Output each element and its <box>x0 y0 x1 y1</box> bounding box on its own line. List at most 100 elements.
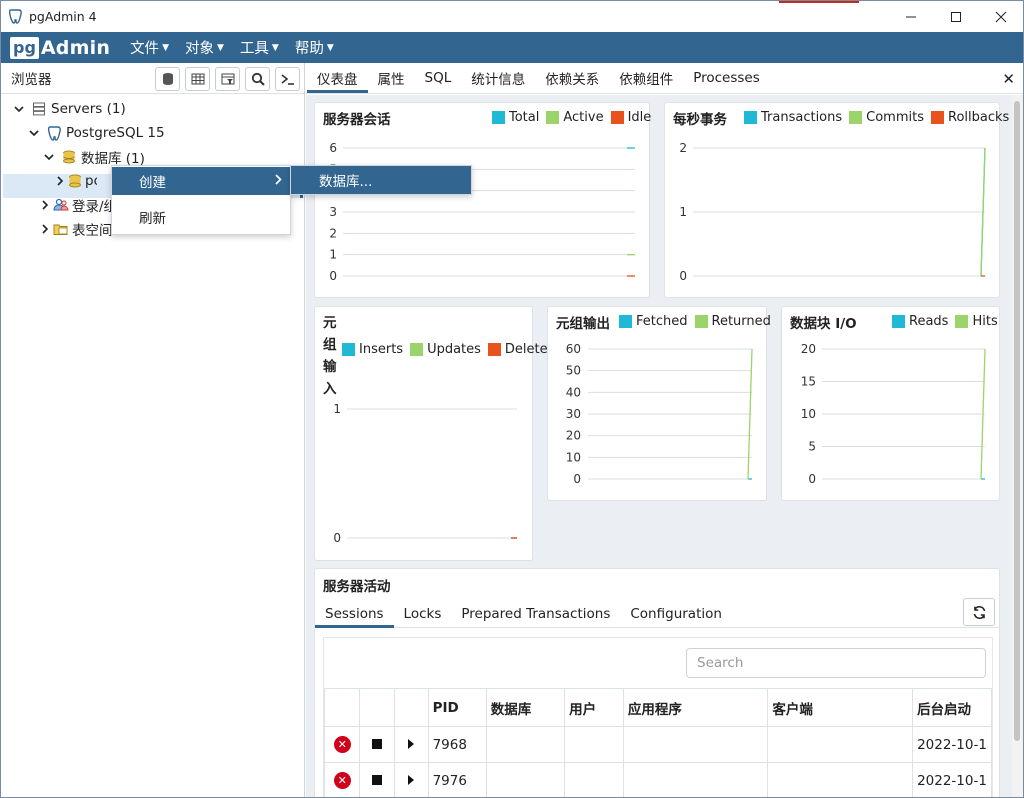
tab-dependencies-label: 依赖关系 <box>545 71 600 88</box>
tab-sessions[interactable]: Sessions <box>315 599 394 628</box>
tab-dependents[interactable]: 依赖组件 <box>609 62 683 93</box>
y-tick-label: 1 <box>329 248 337 262</box>
chevron-down-icon[interactable] <box>12 105 26 113</box>
cell-backend-start: 2022-10-1 <box>912 762 992 797</box>
y-tick-label: 0 <box>808 472 816 486</box>
activity-tabs: Sessions Locks Prepared Transactions Con… <box>315 598 999 628</box>
chevron-down-icon[interactable] <box>27 129 41 137</box>
tab-properties-label: 属性 <box>377 71 405 88</box>
tree-label-postgres-db: postgres <box>85 173 97 189</box>
tab-statistics[interactable]: 统计信息 <box>461 62 535 93</box>
refresh-icon <box>973 605 985 619</box>
legend-swatch-idle <box>610 111 624 124</box>
terminate-session-icon[interactable]: ✕ <box>333 736 351 753</box>
terminate-session-cell[interactable]: ✕ <box>323 762 361 797</box>
tab-properties[interactable]: 属性 <box>368 62 415 93</box>
col-database[interactable]: 数据库 <box>485 688 566 727</box>
y-tick-label: 1 <box>333 402 341 416</box>
tps-chart: 0 1 2 <box>679 141 986 283</box>
tps-chart-card: 每秒事务 Transactions Commits Rollbacks 0 1 2 <box>664 102 1009 298</box>
pgadmin-logo: pg Admin <box>10 36 110 59</box>
dashboard-scrollbar[interactable] <box>1012 95 1023 797</box>
legend-swatch-returned <box>694 315 708 328</box>
stop-square-icon[interactable] <box>372 738 383 749</box>
chevron-down-icon[interactable] <box>42 153 56 161</box>
refresh-button[interactable] <box>963 598 995 626</box>
minimize-button[interactable] <box>888 1 934 32</box>
y-tick-label: 6 <box>329 141 337 155</box>
menu-object[interactable]: 对象 ▼ <box>185 37 224 58</box>
tree-node-login-roles[interactable]: 登录/组角色 <box>42 193 112 217</box>
search-input[interactable]: Search <box>686 648 986 678</box>
browser-title: 浏览器 <box>11 72 52 88</box>
tab-locks[interactable]: Locks <box>394 599 452 628</box>
logo-pg: pg <box>10 36 39 59</box>
table-row: ✕ 7968 2022-10-1 <box>323 726 992 763</box>
chevron-right-icon[interactable] <box>57 176 64 186</box>
tree-node-tablespaces[interactable]: 表空间 <box>42 217 112 241</box>
expand-triangle-icon[interactable] <box>408 774 415 785</box>
psql-tool-button[interactable] <box>275 67 300 91</box>
expand-triangle-icon[interactable] <box>408 738 415 749</box>
col-user[interactable]: 用户 <box>564 688 624 727</box>
menu-tools[interactable]: 工具 ▼ <box>240 37 279 58</box>
y-tick-label: 20 <box>566 429 581 443</box>
col-application[interactable]: 应用程序 <box>622 688 769 727</box>
filtered-rows-button[interactable] <box>215 67 240 91</box>
y-tick-label: 30 <box>566 407 581 421</box>
col-pid[interactable]: PID <box>427 688 487 727</box>
chevron-right-icon[interactable] <box>42 224 49 234</box>
title-bar-accent <box>779 1 859 3</box>
tab-dependencies[interactable]: 依赖关系 <box>535 62 609 93</box>
sessions-legend: Total Active Idle <box>485 110 651 125</box>
tree-node-postgresql[interactable]: PostgreSQL 15 <box>27 121 165 145</box>
submenu-create-database[interactable]: 数据库... <box>291 166 471 194</box>
expand-row-cell[interactable] <box>393 726 429 763</box>
close-tab-icon[interactable]: ✕ <box>1002 70 1015 88</box>
cancel-query-cell[interactable] <box>359 726 395 763</box>
query-tool-button[interactable] <box>155 67 180 91</box>
tab-sql[interactable]: SQL <box>415 62 462 93</box>
cancel-query-cell[interactable] <box>359 762 395 797</box>
cell-application <box>622 762 769 797</box>
maximize-button[interactable] <box>933 1 979 32</box>
tab-configuration[interactable]: Configuration <box>620 599 732 628</box>
menu-file[interactable]: 文件 ▼ <box>130 37 169 58</box>
tps-legend: Transactions Commits Rollbacks <box>737 110 1009 125</box>
table-header-row: PID 数据库 用户 应用程序 客户端 后台启动 <box>323 688 992 727</box>
tab-dashboard[interactable]: 仪表盘 <box>307 62 368 93</box>
chevron-down-icon: ▼ <box>216 42 224 53</box>
tree-node-postgres-db[interactable]: postgres <box>57 169 97 193</box>
legend-active: Active <box>563 110 604 125</box>
elephant-server-icon <box>45 125 63 141</box>
legend-swatch-reads <box>892 315 905 328</box>
y-tick-label: 3 <box>329 205 337 219</box>
cell-client <box>767 762 914 797</box>
tab-processes[interactable]: Processes <box>683 62 770 93</box>
col-client[interactable]: 客户端 <box>767 688 914 727</box>
chevron-right-icon[interactable] <box>42 200 49 210</box>
view-data-button[interactable] <box>185 67 210 91</box>
search-objects-button[interactable] <box>245 67 270 91</box>
legend-swatch-fetched <box>619 315 632 328</box>
cell-database <box>485 726 566 763</box>
tab-prepared-transactions[interactable]: Prepared Transactions <box>451 599 620 628</box>
servers-icon <box>30 101 48 117</box>
col-backend-start[interactable]: 后台启动 <box>912 688 992 727</box>
table-icon <box>191 73 204 85</box>
menu-bar: pg Admin 文件 ▼ 对象 ▼ 工具 ▼ 帮助 ▼ <box>1 32 1023 63</box>
chevron-down-icon: ▼ <box>271 42 279 53</box>
context-menu-refresh[interactable]: 刷新 <box>112 203 290 231</box>
terminate-session-icon[interactable]: ✕ <box>333 772 351 789</box>
context-menu-create[interactable]: 创建 <box>112 167 290 195</box>
menu-help[interactable]: 帮助 ▼ <box>295 37 334 58</box>
tree-node-servers[interactable]: Servers (1) <box>12 97 126 121</box>
sessions-chart-title: 服务器会话 <box>323 112 391 128</box>
terminate-session-cell[interactable]: ✕ <box>323 726 361 763</box>
scrollbar-thumb[interactable] <box>1014 101 1020 741</box>
cell-user <box>564 726 624 763</box>
close-window-button[interactable] <box>978 1 1023 32</box>
stop-square-icon[interactable] <box>372 774 383 785</box>
y-tick-label: 2 <box>679 141 687 155</box>
expand-row-cell[interactable] <box>393 762 429 797</box>
